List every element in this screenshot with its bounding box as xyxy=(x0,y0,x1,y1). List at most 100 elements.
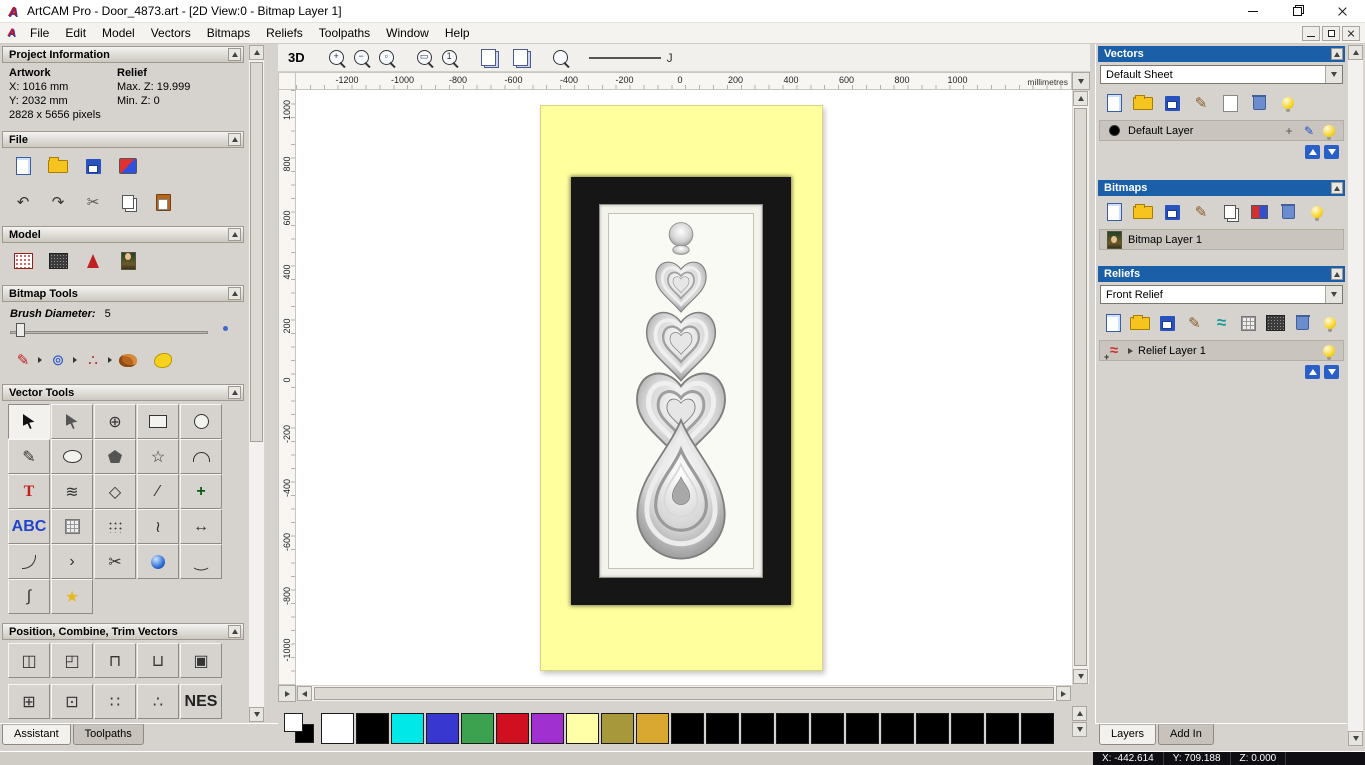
open-relief-icon[interactable] xyxy=(1129,311,1151,335)
palette-swatch-9[interactable] xyxy=(636,712,669,744)
scrollbar-thumb[interactable] xyxy=(1074,108,1087,666)
edit-layer-colour-icon[interactable]: ✎ xyxy=(1300,122,1318,140)
copy-icon[interactable] xyxy=(115,189,141,215)
palette-swatch-13[interactable] xyxy=(776,712,809,744)
save-vectors-icon[interactable] xyxy=(1160,91,1184,115)
tab-layers[interactable]: Layers xyxy=(1099,724,1157,745)
mdi-minimize-button[interactable] xyxy=(1302,26,1320,41)
centre-in-page-icon[interactable]: ⊡ xyxy=(51,684,93,719)
guides-toggle-icon[interactable] xyxy=(508,45,534,71)
expand-layer-icon[interactable] xyxy=(1128,347,1133,354)
palette-scroll-down-button[interactable] xyxy=(1072,722,1087,737)
relief-layer-row[interactable]: Relief Layer 1 xyxy=(1099,340,1344,362)
vector-layer-row[interactable]: Default Layer + ✎ xyxy=(1099,120,1344,141)
vector-tools-rollup-button[interactable] xyxy=(228,386,241,399)
paint-bitmap-icon[interactable]: ✎ xyxy=(1189,200,1213,224)
create-arc-icon[interactable] xyxy=(180,439,222,474)
flyout-arrow-icon[interactable] xyxy=(38,357,42,363)
layer-colour-icon[interactable] xyxy=(1105,122,1123,140)
brush-diameter-slider[interactable] xyxy=(0,320,246,342)
position-rollup-button[interactable] xyxy=(228,625,241,638)
scroll-right-button[interactable] xyxy=(1056,686,1071,701)
offset-vector-icon[interactable]: ◇ xyxy=(94,474,136,509)
project-information-rollup-button[interactable] xyxy=(228,48,241,61)
restore-button[interactable] xyxy=(1275,0,1320,23)
cut-icon[interactable]: ✂ xyxy=(80,189,106,215)
paint-brush-icon[interactable]: ✎ xyxy=(10,347,42,373)
palette-swatch-18[interactable] xyxy=(951,712,984,744)
join-vectors-icon[interactable]: › xyxy=(51,544,93,579)
scroll-up-button[interactable] xyxy=(1073,91,1088,106)
reliefs-rollup-button[interactable] xyxy=(1331,268,1343,280)
palette-swatch-2[interactable] xyxy=(391,712,424,744)
undo-icon[interactable]: ↶ xyxy=(10,189,36,215)
palette-swatch-8[interactable] xyxy=(601,712,634,744)
menu-item-model[interactable]: Model xyxy=(94,23,143,43)
scatter-copy-icon[interactable]: ∴ xyxy=(137,684,179,719)
mdi-close-button[interactable] xyxy=(1342,26,1360,41)
move-layer-up-button[interactable] xyxy=(1305,145,1320,159)
palette-swatch-17[interactable] xyxy=(916,712,949,744)
select-vectors-icon[interactable] xyxy=(8,404,50,439)
move-layer-up-button[interactable] xyxy=(1305,365,1320,379)
calculate-relief-icon[interactable] xyxy=(1238,311,1260,335)
paste-along-curve-icon[interactable] xyxy=(94,509,136,544)
flood-fill-icon[interactable] xyxy=(150,347,176,373)
scrollbar-thumb[interactable] xyxy=(250,62,263,442)
save-relief-icon[interactable] xyxy=(1156,311,1178,335)
menu-item-help[interactable]: Help xyxy=(437,23,478,43)
bitmap-preview-icon[interactable] xyxy=(115,248,141,274)
bitmap-layer-name[interactable]: Bitmap Layer 1 xyxy=(1128,234,1202,246)
menu-item-window[interactable]: Window xyxy=(378,23,437,43)
layer-visibility-icon[interactable] xyxy=(1320,122,1338,140)
create-rectangle-icon[interactable] xyxy=(137,404,179,439)
slice-vector-icon[interactable]: ∕ xyxy=(137,474,179,509)
fillet-radius-icon[interactable] xyxy=(8,544,50,579)
bitmap-layer-row[interactable]: Bitmap Layer 1 xyxy=(1099,229,1344,250)
new-model-icon[interactable] xyxy=(10,153,36,179)
close-button[interactable] xyxy=(1320,0,1365,23)
transform-vectors-icon[interactable]: ⊕ xyxy=(94,404,136,439)
minimize-button[interactable] xyxy=(1230,0,1275,23)
palette-swatch-20[interactable] xyxy=(1021,712,1054,744)
create-ellipse-icon[interactable] xyxy=(51,439,93,474)
palette-swatch-1[interactable] xyxy=(356,712,389,744)
scroll-up-button[interactable] xyxy=(249,45,264,60)
export-model-icon[interactable] xyxy=(115,153,141,179)
lighting-icon[interactable] xyxy=(80,248,106,274)
layers-panel-scrollbar[interactable] xyxy=(1347,44,1364,747)
open-bitmap-icon[interactable] xyxy=(1131,200,1155,224)
text-on-curve-icon[interactable]: ABC xyxy=(8,509,50,544)
adjust-contrast-icon[interactable] xyxy=(1247,200,1271,224)
new-bitmap-layer-icon[interactable] xyxy=(1102,200,1126,224)
array-copy-icon[interactable]: ∷ xyxy=(94,684,136,719)
tab-assistant[interactable]: Assistant xyxy=(2,724,71,745)
relief-layer-name[interactable]: Relief Layer 1 xyxy=(1138,345,1206,357)
primary-colour-swatch[interactable] xyxy=(284,713,303,732)
new-vector-layer-icon[interactable] xyxy=(1218,91,1242,115)
toggle-all-vectors-visibility-icon[interactable] xyxy=(1276,91,1300,115)
cross-section-icon[interactable]: ∫ xyxy=(8,579,50,614)
move-layer-down-button[interactable] xyxy=(1324,365,1339,379)
colour-palette-icon[interactable] xyxy=(115,347,141,373)
delete-vector-layer-icon[interactable] xyxy=(1247,91,1271,115)
menu-item-toolpaths[interactable]: Toolpaths xyxy=(311,23,378,43)
palette-scroll-up-button[interactable] xyxy=(1072,706,1087,721)
import-vectors-icon[interactable]: ✎ xyxy=(1189,91,1213,115)
snap-toggle-icon[interactable] xyxy=(476,45,502,71)
zoom-1to1-icon[interactable] xyxy=(438,47,461,69)
relief-layer-visibility-icon[interactable] xyxy=(1320,342,1338,360)
open-vectors-icon[interactable] xyxy=(1131,91,1155,115)
zoom-out-icon[interactable] xyxy=(350,47,373,69)
scroll-up-button[interactable] xyxy=(1348,45,1363,60)
align-left-icon[interactable]: ◰ xyxy=(51,643,93,678)
draw-shapes-icon[interactable]: ⊚ xyxy=(45,347,77,373)
vector-layer-name[interactable]: Default Layer xyxy=(1128,125,1193,137)
relief-preview-icon[interactable] xyxy=(45,248,71,274)
save-model-icon[interactable] xyxy=(80,153,106,179)
create-star-icon[interactable]: ☆ xyxy=(137,439,179,474)
move-layer-down-button[interactable] xyxy=(1324,145,1339,159)
vector-sheet-select[interactable]: Default Sheet xyxy=(1100,65,1343,84)
scroll-down-button[interactable] xyxy=(1348,731,1363,746)
nest-vectors-icon[interactable]: NES xyxy=(180,684,222,719)
